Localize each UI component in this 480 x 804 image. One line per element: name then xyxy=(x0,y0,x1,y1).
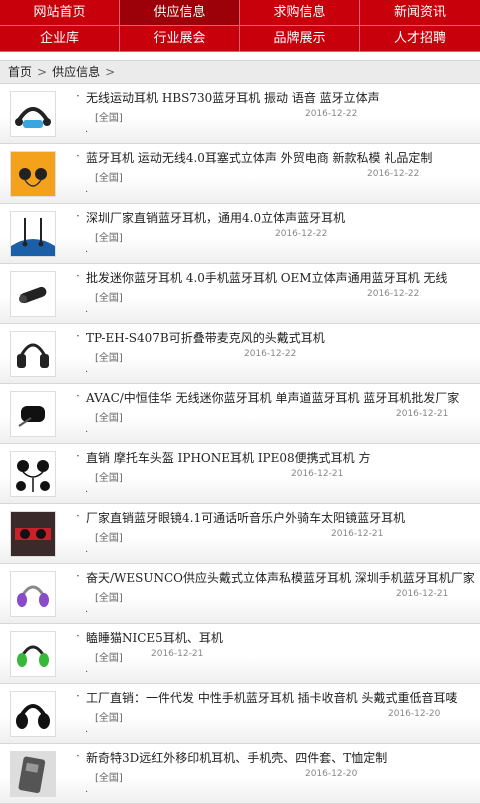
nav-item[interactable]: 人才招聘 xyxy=(360,26,480,52)
item-title[interactable]: 工厂直销：一件代发 中性手机蓝牙耳机 插卡收音机 头戴式重低音耳唛 xyxy=(76,689,457,706)
item-title[interactable]: 深圳厂家直销蓝牙耳机，通用4.0立体声蓝牙耳机 xyxy=(76,209,345,226)
printer-machine-icon[interactable] xyxy=(10,751,56,797)
green-headphones-icon[interactable] xyxy=(10,631,56,677)
item-date: 2016-12-22 xyxy=(244,349,297,359)
supply-list: 无线运动耳机 HBS730蓝牙耳机 振动 语音 蓝牙立体声 [全国] 2016-12… xyxy=(0,84,480,804)
item-region: [全国] xyxy=(95,773,123,784)
list-item[interactable]: 新奇特3D远红外移印机耳机、手机壳、四件套、T恤定制 [全国] 2016-12-20… xyxy=(0,744,480,804)
item-region: [全国] xyxy=(95,533,123,544)
item-region: [全国] xyxy=(95,473,123,484)
top-nav: 网站首页 供应信息 求购信息 新闻资讯企业库 行业展会 品牌展示 人才招聘 xyxy=(0,0,480,52)
breadcrumb-current: 供应信息 xyxy=(52,65,101,79)
bullet-icon: · xyxy=(85,427,89,438)
mini-headset-icon[interactable] xyxy=(10,391,56,437)
headphones-icon[interactable] xyxy=(10,331,56,377)
sport-headset-icon[interactable] xyxy=(10,91,56,137)
bullet-icon: · xyxy=(85,307,89,318)
item-title[interactable]: 无线运动耳机 HBS730蓝牙耳机 振动 语音 蓝牙立体声 xyxy=(76,89,380,106)
nav-item[interactable]: 企业库 xyxy=(0,26,120,52)
nav-item[interactable]: 供应信息 xyxy=(120,0,240,26)
breadcrumb-separator-icon: > xyxy=(105,65,116,79)
bullet-icon: · xyxy=(85,487,89,498)
item-region: [全国] xyxy=(95,233,123,244)
item-title[interactable]: 蓝牙耳机 运动无线4.0耳塞式立体声 外贸电商 新款私模 礼品定制 xyxy=(76,149,432,166)
item-date: 2016-12-21 xyxy=(396,589,449,599)
helmet-earphone-icon[interactable] xyxy=(10,451,56,497)
bullet-icon: · xyxy=(85,727,89,738)
item-title[interactable]: 批发迷你蓝牙耳机 4.0手机蓝牙耳机 OEM立体声通用蓝牙耳机 无线 xyxy=(76,269,447,286)
bullet-icon: · xyxy=(85,607,89,618)
list-item[interactable]: AVAC/中恒佳华 无线迷你蓝牙耳机 单声道蓝牙耳机 蓝牙耳机批发厂家 [全国] 2… xyxy=(0,384,480,444)
spacer xyxy=(0,52,480,60)
nav-item[interactable]: 品牌展示 xyxy=(240,26,360,52)
item-region: [全国] xyxy=(95,593,123,604)
list-item[interactable]: 工厂直销：一件代发 中性手机蓝牙耳机 插卡收音机 头戴式重低音耳唛 [全国] 201… xyxy=(0,684,480,744)
item-title[interactable]: 新奇特3D远红外移印机耳机、手机壳、四件套、T恤定制 xyxy=(76,749,387,766)
item-region: [全国] xyxy=(95,713,123,724)
item-region: [全国] xyxy=(95,413,123,424)
list-item[interactable]: 厂家直销蓝牙眼镜4.1可通话听音乐户外骑车太阳镜蓝牙耳机 [全国] 2016-12-… xyxy=(0,504,480,564)
item-title[interactable]: 瞌睡猫NICE5耳机、耳机 xyxy=(76,629,223,646)
list-item[interactable]: 直销 摩托车头盔 IPHONE耳机 IPE08便携式耳机 方 [全国] 2016-1… xyxy=(0,444,480,504)
mono-headset-icon[interactable] xyxy=(10,271,56,317)
bullet-icon: · xyxy=(85,787,89,798)
item-region: [全国] xyxy=(95,653,123,664)
breadcrumb: 首页 > 供应信息 > xyxy=(0,60,480,84)
item-date: 2016-12-21 xyxy=(396,409,449,419)
breadcrumb-home[interactable]: 首页 xyxy=(8,65,32,79)
nav-item[interactable]: 求购信息 xyxy=(240,0,360,26)
list-item[interactable]: TP-EH-S407B可折叠带麦克风的头戴式耳机 [全国] 2016-12-22 · xyxy=(0,324,480,384)
item-title[interactable]: AVAC/中恒佳华 无线迷你蓝牙耳机 单声道蓝牙耳机 蓝牙耳机批发厂家 xyxy=(76,389,459,406)
earbuds-orange-icon[interactable] xyxy=(10,151,56,197)
list-item[interactable]: 无线运动耳机 HBS730蓝牙耳机 振动 语音 蓝牙立体声 [全国] 2016-12… xyxy=(0,84,480,144)
bullet-icon: · xyxy=(85,667,89,678)
list-item[interactable]: 批发迷你蓝牙耳机 4.0手机蓝牙耳机 OEM立体声通用蓝牙耳机 无线 [全国] 20… xyxy=(0,264,480,324)
neckband-earphone-icon[interactable] xyxy=(10,211,56,257)
item-title[interactable]: 奋天/WESUNCO供应头戴式立体声私模蓝牙耳机 深圳手机蓝牙耳机厂家 xyxy=(76,569,475,586)
item-title[interactable]: TP-EH-S407B可折叠带麦克风的头戴式耳机 xyxy=(76,329,325,346)
item-date: 2016-12-22 xyxy=(305,109,358,119)
item-date: 2016-12-22 xyxy=(275,229,328,239)
list-item[interactable]: 深圳厂家直销蓝牙耳机，通用4.0立体声蓝牙耳机 [全国] 2016-12-22 · xyxy=(0,204,480,264)
bullet-icon: · xyxy=(85,127,89,138)
nav-item[interactable]: 新闻资讯 xyxy=(360,0,480,26)
black-headphones-icon[interactable] xyxy=(10,691,56,737)
list-item[interactable]: 瞌睡猫NICE5耳机、耳机 [全国] 2016-12-21 · xyxy=(0,624,480,684)
item-region: [全国] xyxy=(95,113,123,124)
item-region: [全国] xyxy=(95,173,123,184)
bullet-icon: · xyxy=(85,547,89,558)
bluetooth-glasses-icon[interactable] xyxy=(10,511,56,557)
item-date: 2016-12-22 xyxy=(367,169,420,179)
list-item[interactable]: 奋天/WESUNCO供应头戴式立体声私模蓝牙耳机 深圳手机蓝牙耳机厂家 [全国] 2… xyxy=(0,564,480,624)
purple-headphones-icon[interactable] xyxy=(10,571,56,617)
bullet-icon: · xyxy=(85,187,89,198)
item-date: 2016-12-21 xyxy=(291,469,344,479)
item-date: 2016-12-20 xyxy=(305,769,358,779)
nav-item[interactable]: 网站首页 xyxy=(0,0,120,26)
item-date: 2016-12-21 xyxy=(331,529,384,539)
item-title[interactable]: 厂家直销蓝牙眼镜4.1可通话听音乐户外骑车太阳镜蓝牙耳机 xyxy=(76,509,405,526)
item-region: [全国] xyxy=(95,353,123,364)
breadcrumb-separator-icon: > xyxy=(37,65,48,79)
bullet-icon: · xyxy=(85,247,89,258)
item-title[interactable]: 直销 摩托车头盔 IPHONE耳机 IPE08便携式耳机 方 xyxy=(76,449,371,466)
bullet-icon: · xyxy=(85,367,89,378)
item-date: 2016-12-22 xyxy=(367,289,420,299)
item-date: 2016-12-20 xyxy=(388,709,441,719)
list-item[interactable]: 蓝牙耳机 运动无线4.0耳塞式立体声 外贸电商 新款私模 礼品定制 [全国] 201… xyxy=(0,144,480,204)
item-region: [全国] xyxy=(95,293,123,304)
item-date: 2016-12-21 xyxy=(151,649,204,659)
nav-item[interactable]: 行业展会 xyxy=(120,26,240,52)
